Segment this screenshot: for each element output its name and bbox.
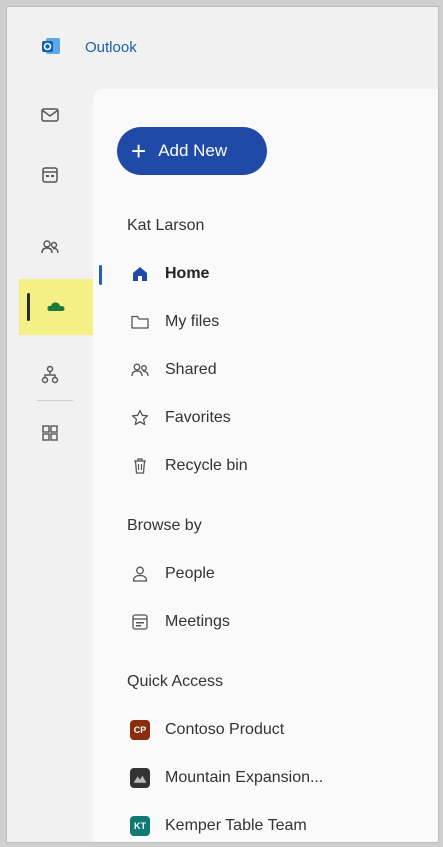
trash-icon [127, 453, 153, 479]
add-new-button[interactable]: + Add New [117, 127, 267, 175]
quick-access-kemper-label: Kemper Table Team [165, 817, 307, 834]
rail-mail[interactable] [7, 87, 93, 143]
shared-people-icon [127, 357, 153, 383]
quick-access-kemper[interactable]: KT Kemper Table Team [127, 811, 307, 841]
outlook-logo-icon [41, 36, 61, 56]
app-window: Outlook + Add New Kat Larson Home My fil… [6, 6, 439, 843]
rail-calendar[interactable] [7, 147, 93, 203]
meeting-calendar-icon [127, 609, 153, 635]
title-bar: Outlook [7, 7, 438, 83]
nav-my-files[interactable]: My files [127, 307, 219, 337]
quick-access-mountain-label: Mountain Expansion... [165, 769, 324, 786]
app-title: Outlook [85, 39, 137, 56]
nav-shared[interactable]: Shared [127, 355, 217, 385]
rail-onedrive[interactable] [19, 279, 93, 335]
user-name: Kat Larson [127, 217, 205, 234]
site-badge: KT [127, 813, 153, 839]
browse-people-label: People [165, 565, 215, 582]
quick-access-mountain[interactable]: Mountain Expansion... [127, 763, 323, 793]
rail-people[interactable] [7, 219, 93, 275]
nav-home[interactable]: Home [127, 259, 209, 289]
site-image-icon [127, 765, 153, 791]
browse-people[interactable]: People [127, 559, 215, 589]
browse-by-title: Browse by [127, 517, 202, 534]
onedrive-cloud-icon [47, 302, 65, 311]
people-icon [41, 240, 59, 254]
app-rail [7, 83, 93, 842]
nav-shared-label: Shared [165, 361, 217, 378]
folder-icon [127, 309, 153, 335]
selected-indicator [99, 265, 102, 285]
onedrive-nav-panel: + Add New Kat Larson Home My files Share… [93, 89, 438, 842]
nav-recycle-bin-label: Recycle bin [165, 457, 248, 474]
nav-favorites-label: Favorites [165, 409, 231, 426]
calendar-icon [42, 167, 58, 183]
org-chart-icon [41, 365, 59, 384]
browse-meetings-label: Meetings [165, 613, 230, 630]
nav-home-label: Home [165, 265, 210, 282]
nav-recycle-bin[interactable]: Recycle bin [127, 451, 248, 481]
add-new-label: Add New [158, 141, 228, 160]
quick-access-contoso[interactable]: CP Contoso Product [127, 715, 284, 745]
home-icon [127, 261, 153, 287]
rail-org[interactable] [7, 347, 93, 403]
quick-access-title: Quick Access [127, 673, 224, 690]
rail-apps[interactable] [7, 405, 93, 461]
nav-favorites[interactable]: Favorites [127, 403, 231, 433]
nav-my-files-label: My files [165, 313, 220, 330]
star-icon [127, 405, 153, 431]
apps-grid-icon [42, 425, 58, 441]
rail-divider [37, 400, 73, 401]
browse-meetings[interactable]: Meetings [127, 607, 230, 637]
quick-access-contoso-label: Contoso Product [165, 721, 285, 738]
mail-icon [41, 108, 59, 122]
person-icon [127, 561, 153, 587]
plus-icon: + [131, 136, 147, 166]
site-badge: CP [127, 717, 153, 743]
